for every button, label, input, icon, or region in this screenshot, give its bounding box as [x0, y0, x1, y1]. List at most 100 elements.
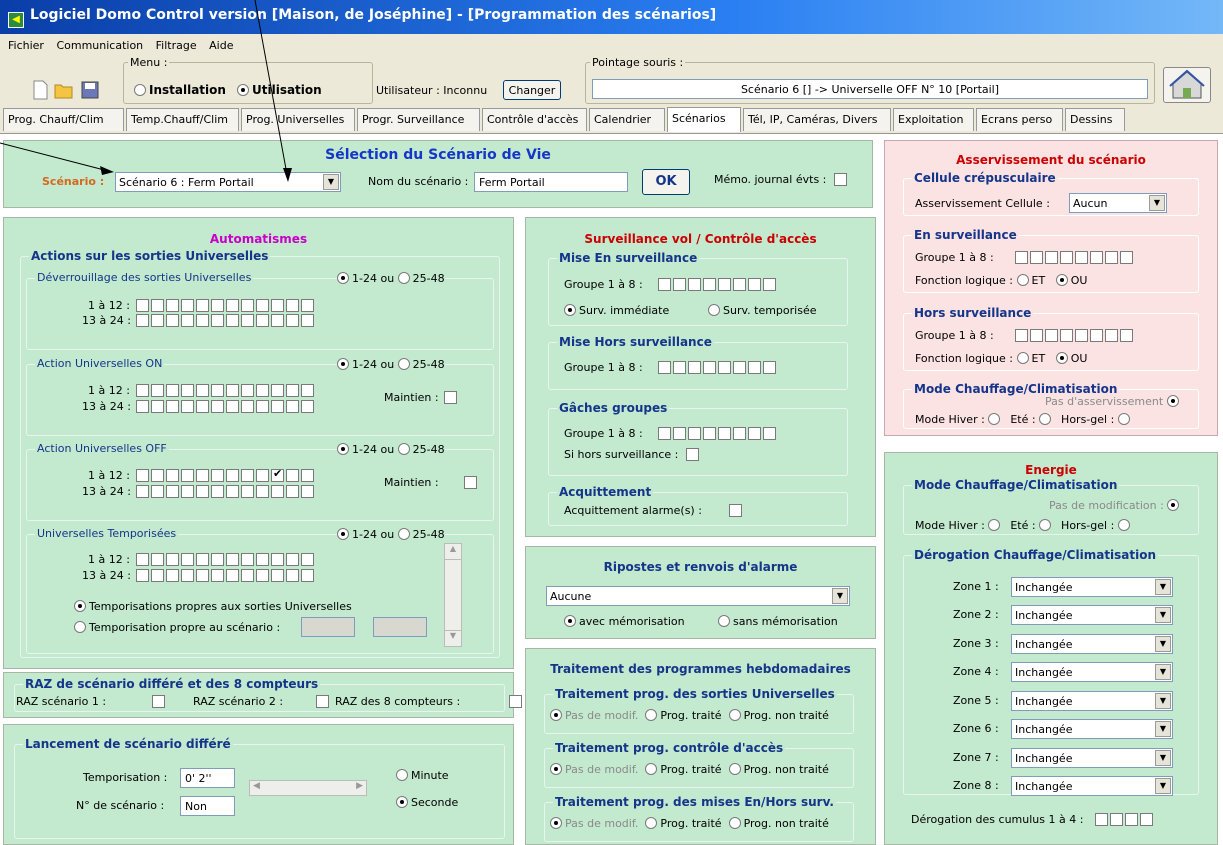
- en-surv-fl[interactable]: Fonction logique : ET OU: [915, 274, 1087, 287]
- g2-row1-checkboxes[interactable]: [136, 384, 316, 397]
- menu-bar: Fichier Communication Filtrage Aide: [0, 34, 1223, 58]
- utilisation-radio[interactable]: Utilisation: [237, 83, 322, 97]
- zone2-combo[interactable]: Inchangée ▼: [1011, 605, 1173, 625]
- minute-radio[interactable]: Minute: [396, 769, 449, 782]
- tab-temp-chauff[interactable]: Temp.Chauff/Clim: [126, 108, 239, 131]
- scroll-down-icon[interactable]: ▼: [445, 630, 461, 646]
- tempo-own-radio[interactable]: Temporisations propres aux sorties Unive…: [74, 600, 352, 613]
- tempo-own-label: Temporisations propres aux sorties Unive…: [89, 600, 352, 613]
- avec-memo-radio[interactable]: avec mémorisation: [564, 615, 685, 628]
- hors-surv-fl[interactable]: Fonction logique : ET OU: [915, 352, 1087, 365]
- ok-button[interactable]: OK: [642, 169, 690, 195]
- hebdo-g1-radios[interactable]: Pas de modif. Prog. traité Prog. non tra…: [550, 709, 829, 722]
- ripostes-combo[interactable]: Aucune ▼: [546, 586, 850, 606]
- title-bar: ◀ Logiciel Domo Control version [Maison, …: [0, 0, 1223, 34]
- g4-row1-checkboxes[interactable]: [136, 553, 316, 566]
- num-scenario-input[interactable]: Non: [180, 796, 235, 816]
- acquittement-checkbox[interactable]: [728, 504, 742, 517]
- surv-temporisee-label: Surv. temporisée: [723, 304, 817, 317]
- tempo-scen-label: Temporisation propre au scénario :: [89, 621, 281, 634]
- gaches-checkboxes[interactable]: [658, 427, 778, 440]
- tab-ecrans-perso[interactable]: Ecrans perso: [976, 108, 1063, 131]
- tab-dessins[interactable]: Dessins: [1065, 108, 1125, 131]
- installation-radio[interactable]: Installation: [134, 83, 226, 97]
- tab-calendrier[interactable]: Calendrier: [589, 108, 665, 131]
- menu-aide[interactable]: Aide: [209, 39, 233, 52]
- scroll-up-icon[interactable]: ▲: [445, 544, 461, 560]
- tab-progr-surveillance[interactable]: Progr. Surveillance: [357, 108, 480, 131]
- scenario-combo[interactable]: Scénario 6 : Ferm Portail ▼: [115, 172, 341, 192]
- cellule-combo[interactable]: Aucun ▼: [1069, 193, 1167, 213]
- g4-row2-checkboxes[interactable]: [136, 569, 316, 582]
- tab-tel-ip[interactable]: Tél, IP, Caméras, Divers: [743, 108, 891, 131]
- lancement-legend: Lancement de scénario différé: [23, 737, 233, 751]
- seconde-radio[interactable]: Seconde: [396, 796, 458, 809]
- g3-maintien-checkbox[interactable]: [463, 476, 477, 489]
- raz2-checkbox[interactable]: [315, 695, 329, 708]
- tempo-scrollbar[interactable]: ◀ ▶: [249, 780, 367, 796]
- scroll-right-icon[interactable]: ▶: [356, 781, 363, 791]
- energie-mode-radios[interactable]: Mode Hiver : Eté : Hors-gel :: [915, 519, 1133, 532]
- hors-surv-checkboxes[interactable]: [1015, 329, 1135, 342]
- g2-range-radio[interactable]: 1-24 ou 25-48: [337, 358, 445, 371]
- raz8-checkbox[interactable]: [509, 695, 522, 708]
- hebdo-g2-radios[interactable]: Pas de modif. Prog. traité Prog. non tra…: [550, 763, 829, 776]
- tempo-input[interactable]: 0' 2'': [180, 768, 235, 788]
- zone1-combo[interactable]: Inchangée ▼: [1011, 577, 1173, 597]
- surv-immediate-radio[interactable]: Surv. immédiate: [564, 304, 669, 317]
- change-user-button[interactable]: Changer: [503, 80, 561, 100]
- cumulus-checkboxes[interactable]: [1095, 813, 1155, 826]
- save-icon[interactable]: [80, 80, 100, 100]
- universelle-off-10-checkbox[interactable]: [271, 467, 284, 482]
- scenario-label: Scénario :: [42, 175, 105, 188]
- asserv-pas-radio[interactable]: Pas d'asservissement: [1045, 395, 1182, 408]
- hebdo-g3-radios[interactable]: Pas de modif. Prog. traité Prog. non tra…: [550, 817, 829, 830]
- zone8-combo[interactable]: Inchangée ▼: [1011, 776, 1173, 796]
- energie-pas-radio[interactable]: Pas de modification :: [1049, 499, 1182, 512]
- pointage-field: Scénario 6 [] -> Universelle OFF N° 10 […: [592, 79, 1148, 99]
- en-surv-checkboxes[interactable]: [1015, 251, 1135, 264]
- g1-range1-radio[interactable]: 1-24 ou 25-48: [337, 272, 445, 285]
- zone4-value: Inchangée: [1015, 666, 1073, 679]
- g1-row2-checkboxes[interactable]: [136, 314, 316, 327]
- open-folder-icon[interactable]: [54, 80, 74, 100]
- scroll-left-icon[interactable]: ◀: [253, 781, 260, 791]
- zone4-combo[interactable]: Inchangée ▼: [1011, 662, 1173, 682]
- chevron-down-icon: ▼: [1155, 579, 1171, 595]
- vertical-scrollbar[interactable]: ▲ ▼: [444, 543, 462, 647]
- zone7-combo[interactable]: Inchangée ▼: [1011, 748, 1173, 768]
- scenario-name-input[interactable]: Ferm Portail: [474, 172, 628, 192]
- g2-maintien-checkbox[interactable]: [444, 391, 457, 404]
- g1-row1-checkboxes[interactable]: [136, 299, 316, 312]
- menu-fichier[interactable]: Fichier: [8, 39, 44, 52]
- zone3-combo[interactable]: Inchangée ▼: [1011, 634, 1173, 654]
- g3-row2-checkboxes[interactable]: [136, 485, 316, 498]
- mise-en-checkboxes[interactable]: [658, 278, 778, 291]
- tab-prog-chauff[interactable]: Prog. Chauff/Clim: [3, 108, 124, 131]
- zone6-combo[interactable]: Inchangée ▼: [1011, 719, 1173, 739]
- tab-scenarios[interactable]: Scénarios: [667, 107, 741, 132]
- new-file-icon[interactable]: [30, 80, 50, 100]
- raz1-checkbox[interactable]: [152, 695, 165, 708]
- tab-prog-universelles[interactable]: Prog. Universelles: [241, 108, 355, 131]
- g3-range-radio[interactable]: 1-24 ou 25-48: [337, 443, 445, 456]
- surv-temporisee-radio[interactable]: Surv. temporisée: [708, 304, 816, 317]
- si-hors-checkbox[interactable]: [686, 448, 699, 461]
- chevron-down-icon: ▼: [1155, 721, 1171, 737]
- sans-memo-radio[interactable]: sans mémorisation: [718, 615, 838, 628]
- tempo-scen-radio[interactable]: Temporisation propre au scénario :: [74, 621, 280, 634]
- home-button[interactable]: [1163, 67, 1211, 103]
- asserv-mode-radios[interactable]: Mode Hiver : Eté : Hors-gel :: [915, 413, 1133, 426]
- mise-hors-checkboxes[interactable]: [658, 361, 778, 374]
- zone5-combo[interactable]: Inchangée ▼: [1011, 691, 1173, 711]
- g4-range-radio[interactable]: 1-24 ou 25-48: [337, 528, 445, 541]
- g3-row1-checkboxes[interactable]: [136, 467, 316, 482]
- tab-controle-acces[interactable]: Contrôle d'accès: [482, 108, 587, 131]
- derogation-legend: Dérogation Chauffage/Climatisation: [912, 548, 1159, 562]
- tab-exploitation[interactable]: Exploitation: [893, 108, 974, 131]
- menu-filtrage[interactable]: Filtrage: [156, 39, 197, 52]
- menu-communication[interactable]: Communication: [56, 39, 143, 52]
- zone3-label: Zone 3 :: [953, 637, 999, 650]
- g2-row2-checkboxes[interactable]: [136, 400, 316, 413]
- memo-checkbox[interactable]: [834, 173, 847, 186]
